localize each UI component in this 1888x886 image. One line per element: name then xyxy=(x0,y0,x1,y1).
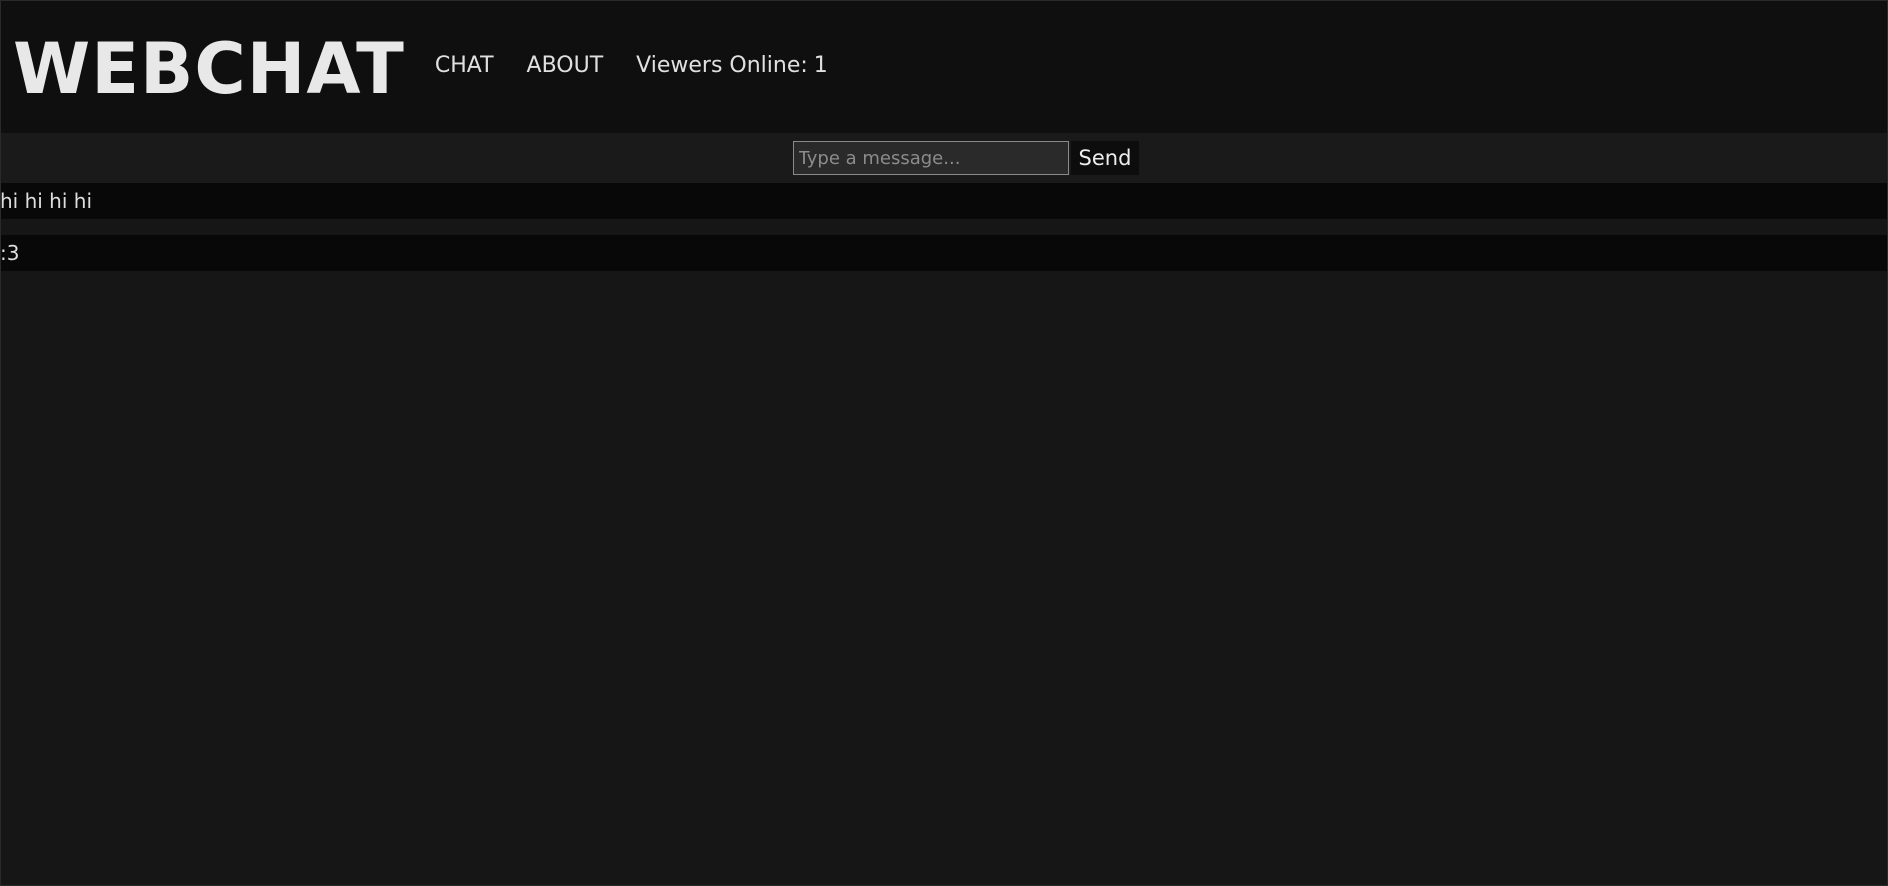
send-button[interactable]: Send xyxy=(1070,141,1140,175)
main-nav: CHAT ABOUT Viewers Online: 1 xyxy=(435,53,828,78)
site-logo: WEBCHAT xyxy=(13,27,405,110)
viewers-label: Viewers Online: xyxy=(636,53,808,78)
viewers-count: 1 xyxy=(813,53,828,78)
viewers-online: Viewers Online: 1 xyxy=(636,53,828,78)
message-item: hi hi hi hi xyxy=(0,183,1888,219)
message-input[interactable] xyxy=(792,141,1069,175)
nav-chat-link[interactable]: CHAT xyxy=(435,53,494,78)
message-list: hi hi hi hi :3 xyxy=(0,183,1888,287)
site-header: WEBCHAT CHAT ABOUT Viewers Online: 1 xyxy=(0,0,1888,133)
message-composer: Send xyxy=(0,133,1888,183)
nav-about-link[interactable]: ABOUT xyxy=(527,53,604,78)
message-item: :3 xyxy=(0,235,1888,271)
